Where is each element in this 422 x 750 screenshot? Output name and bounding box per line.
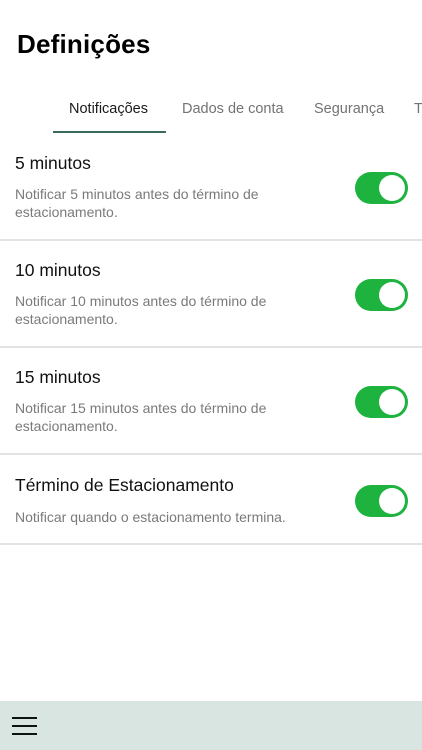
setting-row-parking-end: Término de Estacionamento Notificar quan… <box>0 455 422 545</box>
settings-list: 5 minutos Notificar 5 minutos antes do t… <box>0 134 422 545</box>
menu-line <box>12 725 37 727</box>
toggle-knob <box>379 488 405 514</box>
setting-description: Notificar 15 minutos antes do término de… <box>15 400 267 434</box>
menu-line <box>12 733 37 735</box>
tab-notificacoes[interactable]: Notificações <box>69 92 148 134</box>
tab-bar: Notificações Dados de conta Segurança T <box>0 92 422 134</box>
hamburger-menu-icon[interactable] <box>11 715 39 737</box>
toggle-knob <box>379 175 405 201</box>
menu-line <box>12 717 37 719</box>
setting-description: Notificar 10 minutos antes do término de… <box>15 293 267 327</box>
page-title: Definições <box>17 29 151 59</box>
toggle-15-minutes[interactable] <box>355 386 408 418</box>
tab-dados-de-conta[interactable]: Dados de conta <box>182 92 284 134</box>
toggle-5-minutes[interactable] <box>355 172 408 204</box>
toggle-10-minutes[interactable] <box>355 279 408 311</box>
toggle-parking-end[interactable] <box>355 485 408 517</box>
setting-title: 5 minutos <box>15 153 91 173</box>
toggle-knob <box>379 282 405 308</box>
setting-row-15-minutes: 15 minutos Notificar 15 minutos antes do… <box>0 348 422 455</box>
setting-title: 10 minutos <box>15 260 101 280</box>
toggle-knob <box>379 389 405 415</box>
setting-title: 15 minutos <box>15 367 101 387</box>
setting-description: Notificar quando o estacionamento termin… <box>15 509 286 525</box>
setting-row-10-minutes: 10 minutos Notificar 10 minutos antes do… <box>0 241 422 348</box>
tab-partial[interactable]: T <box>414 92 422 134</box>
bottom-bar <box>0 701 422 750</box>
settings-screen: Definições Notificações Dados de conta S… <box>0 0 422 750</box>
active-tab-indicator <box>53 131 166 133</box>
tab-seguranca[interactable]: Segurança <box>314 92 384 134</box>
setting-description: Notificar 5 minutos antes do término de … <box>15 186 259 220</box>
setting-row-5-minutes: 5 minutos Notificar 5 minutos antes do t… <box>0 134 422 241</box>
setting-title: Término de Estacionamento <box>15 475 234 495</box>
